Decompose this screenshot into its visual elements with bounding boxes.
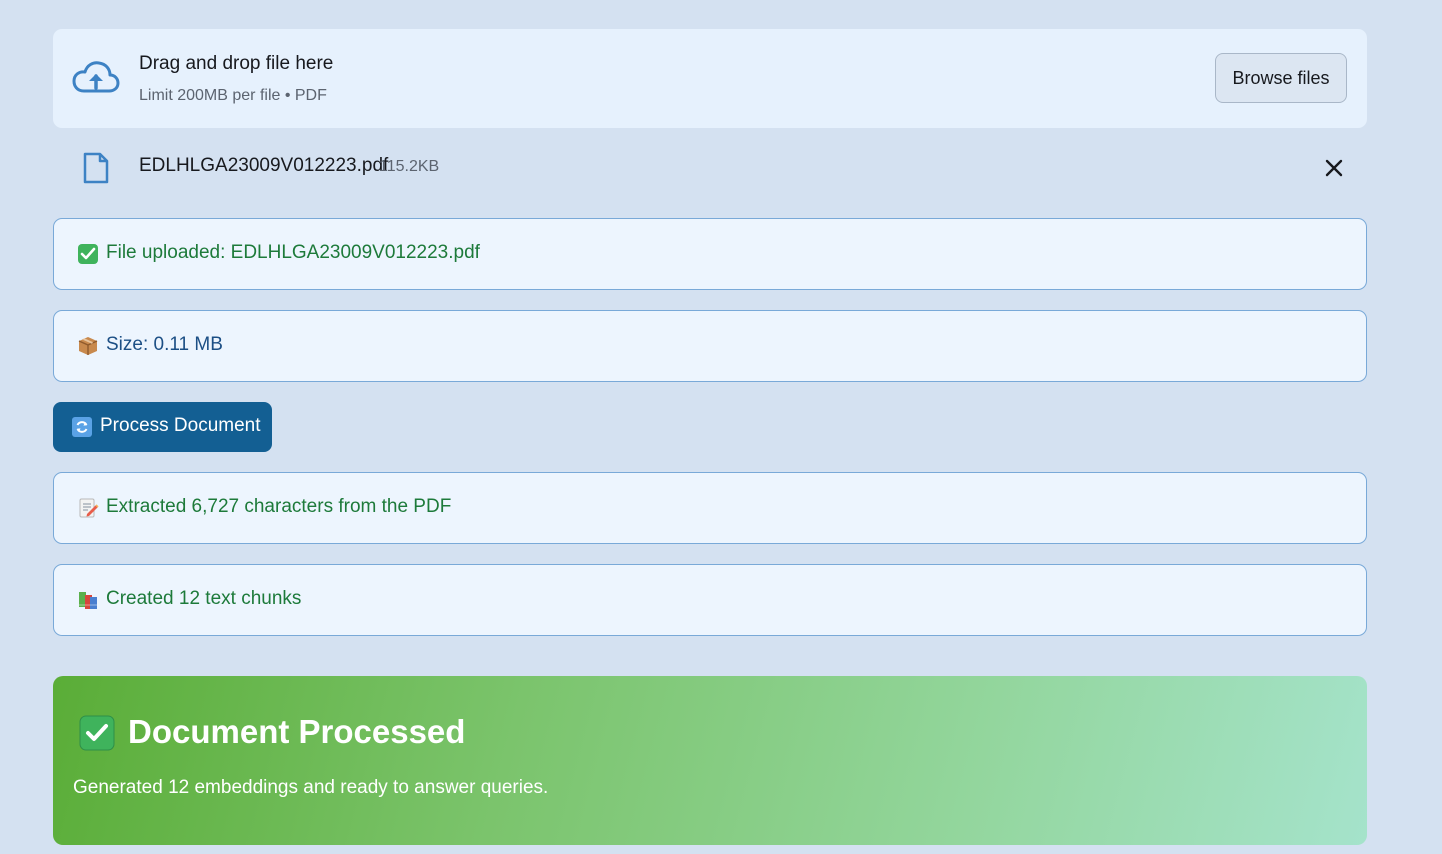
memo-emoji	[79, 498, 99, 518]
refresh-icon	[72, 417, 92, 437]
process-button-label: Process Document	[100, 415, 261, 436]
books-emoji	[79, 592, 97, 609]
uploaded-file-size: 115.2KB	[379, 158, 440, 175]
package-emoji	[78, 337, 98, 355]
success-title: Document Processed	[128, 713, 466, 750]
dropzone-title: Drag and drop file here	[139, 53, 334, 74]
remove-file-button[interactable]	[1320, 154, 1348, 182]
success-subtitle: Generated 12 embeddings and ready to ans…	[73, 777, 549, 798]
cloud-upload-icon	[72, 61, 120, 93]
extracted-chars-alert: Extracted 6,727 characters from the PDF	[53, 472, 1367, 544]
file-uploaded-alert: File uploaded: EDLHLGA23009V012223.pdf	[53, 218, 1367, 290]
file-size-alert: Size: 0.11 MB	[53, 310, 1367, 382]
document-processed-panel	[53, 676, 1367, 845]
browse-files-button[interactable]: Browse files	[1215, 53, 1347, 103]
alert-text: Extracted 6,727 characters from the PDF	[106, 496, 452, 517]
dropzone-limit-text: Limit 200MB per file • PDF	[139, 87, 327, 104]
app-main: Drag and drop file here Limit 200MB per …	[0, 0, 1442, 854]
file-icon	[83, 152, 109, 184]
alert-text: File uploaded: EDLHLGA23009V012223.pdf	[106, 242, 480, 263]
check-box-emoji	[78, 244, 98, 264]
file-dropzone[interactable]	[53, 29, 1367, 128]
alert-text: Size: 0.11 MB	[106, 334, 223, 355]
uploaded-file-name: EDLHLGA23009V012223.pdf	[139, 155, 389, 176]
process-document-button[interactable]: Process Document	[53, 402, 272, 452]
check-box-emoji	[79, 715, 115, 751]
alert-text: Created 12 text chunks	[106, 588, 302, 609]
chunks-created-alert: Created 12 text chunks	[53, 564, 1367, 636]
close-icon	[1325, 159, 1343, 177]
